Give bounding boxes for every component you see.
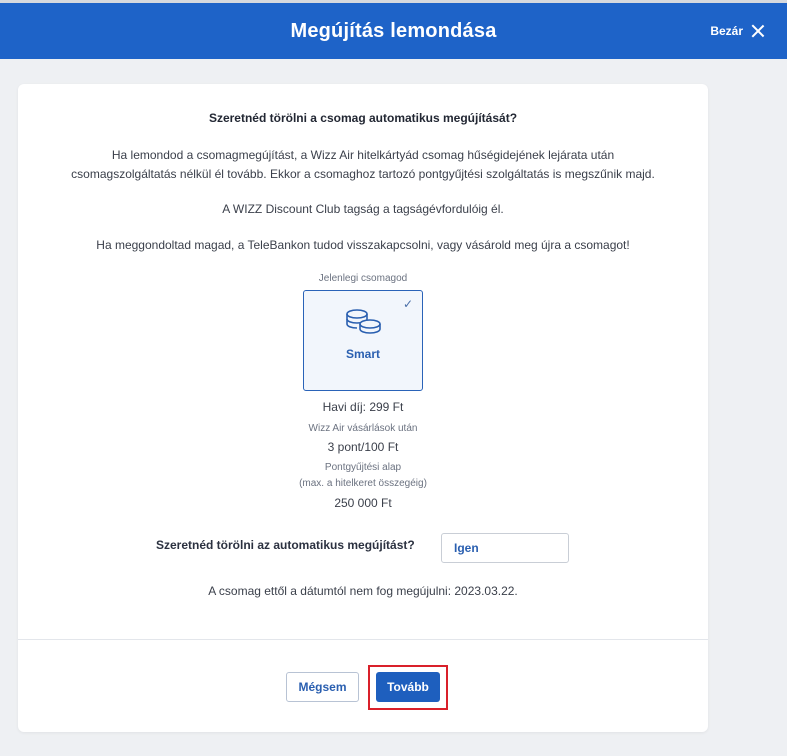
points-caption: Wizz Air vásárlások után: [308, 423, 418, 434]
package-name: Smart: [345, 347, 380, 361]
close-label: Bezár: [710, 24, 743, 38]
renewal-date-note: A csomag ettől a dátumtól nem fog megúju…: [208, 584, 518, 598]
base-caption-line-2: (max. a hitelkeret összegéig): [299, 478, 427, 489]
monthly-fee: Havi díj: 299 Ft: [322, 400, 404, 414]
points-value: 3 pont/100 Ft: [327, 440, 399, 454]
footer-divider: [18, 639, 708, 640]
info-paragraph-3: Ha meggondoltad magad, a TeleBankon tudo…: [96, 238, 630, 252]
close-icon: [751, 24, 765, 38]
close-button[interactable]: Bezár: [710, 3, 765, 59]
info-paragraph-1: Ha lemondod a csomagmegújítást, a Wizz A…: [18, 146, 708, 184]
base-value: 250 000 Ft: [334, 496, 392, 510]
modal-title: Megújítás lemondása: [290, 19, 497, 42]
info-paragraph-1-line-2: csomagszolgáltatás nélkül él tovább. Ekk…: [71, 167, 655, 181]
confirm-question-label: Szeretnéd törölni az automatikus megújít…: [156, 538, 415, 552]
base-caption-line-1: Pontgyűjtési alap: [324, 462, 402, 473]
question-title: Szeretnéd törölni a csomag automatikus m…: [208, 111, 518, 125]
modal-header: Megújítás lemondása Bezár: [0, 3, 787, 59]
info-paragraph-1-line-1: Ha lemondod a csomagmegújítást, a Wizz A…: [111, 148, 615, 162]
checkmark-icon: ✓: [402, 297, 413, 311]
next-button[interactable]: Tovább: [376, 672, 440, 702]
current-package-label: Jelenlegi csomagod: [318, 273, 408, 284]
confirm-select[interactable]: Igen: [441, 533, 569, 563]
modal-card: Szeretnéd törölni a csomag automatikus m…: [18, 84, 708, 732]
coins-icon: [346, 309, 381, 334]
cancel-button[interactable]: Mégsem: [286, 672, 359, 702]
info-paragraph-2: A WIZZ Discount Club tagság a tagságévfo…: [222, 202, 504, 216]
package-card-smart[interactable]: ✓ Smart: [303, 290, 423, 391]
